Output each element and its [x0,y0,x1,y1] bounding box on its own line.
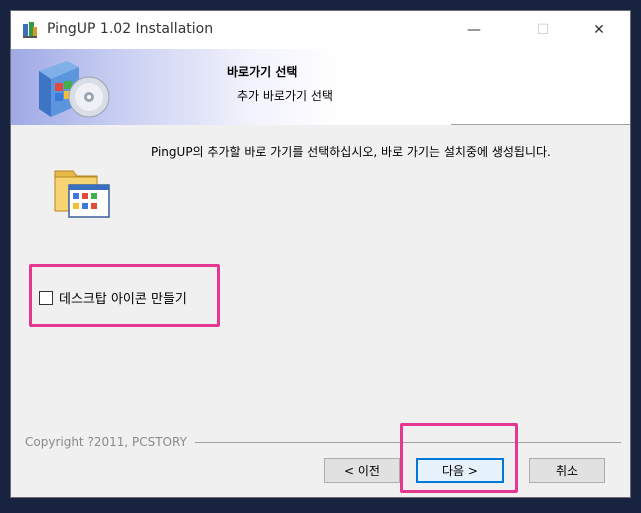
banner-title: 바로가기 선택 [227,65,298,79]
maximize-button[interactable]: ☐ [520,11,566,49]
installer-app-icon [23,22,37,38]
software-box-cd-icon [39,61,110,118]
copyright-text: Copyright ?2011, PCSTORY [25,435,187,449]
banner-subtitle: 추가 바로가기 선택 [237,89,333,103]
close-button[interactable]: ✕ [576,11,622,49]
checkbox-highlight-box [29,264,220,327]
installer-window: PingUP 1.02 Installation — ☐ ✕ 바로가기 선택 추… [10,10,631,498]
shortcut-description: PingUP의 추가할 바로 가기를 선택하십시오, 바로 가기는 설치중에 생… [151,145,551,159]
next-button-highlight-box [400,423,518,493]
shortcut-folder-icon [54,170,110,218]
cancel-button[interactable]: 취소 [529,458,605,483]
title-bar: PingUP 1.02 Installation — ☐ ✕ [11,11,630,49]
header-banner: 바로가기 선택 추가 바로가기 선택 [11,49,630,125]
minimize-button[interactable]: — [451,11,497,49]
back-button[interactable]: < 이전 [324,458,400,483]
window-title: PingUP 1.02 Installation [47,21,214,37]
